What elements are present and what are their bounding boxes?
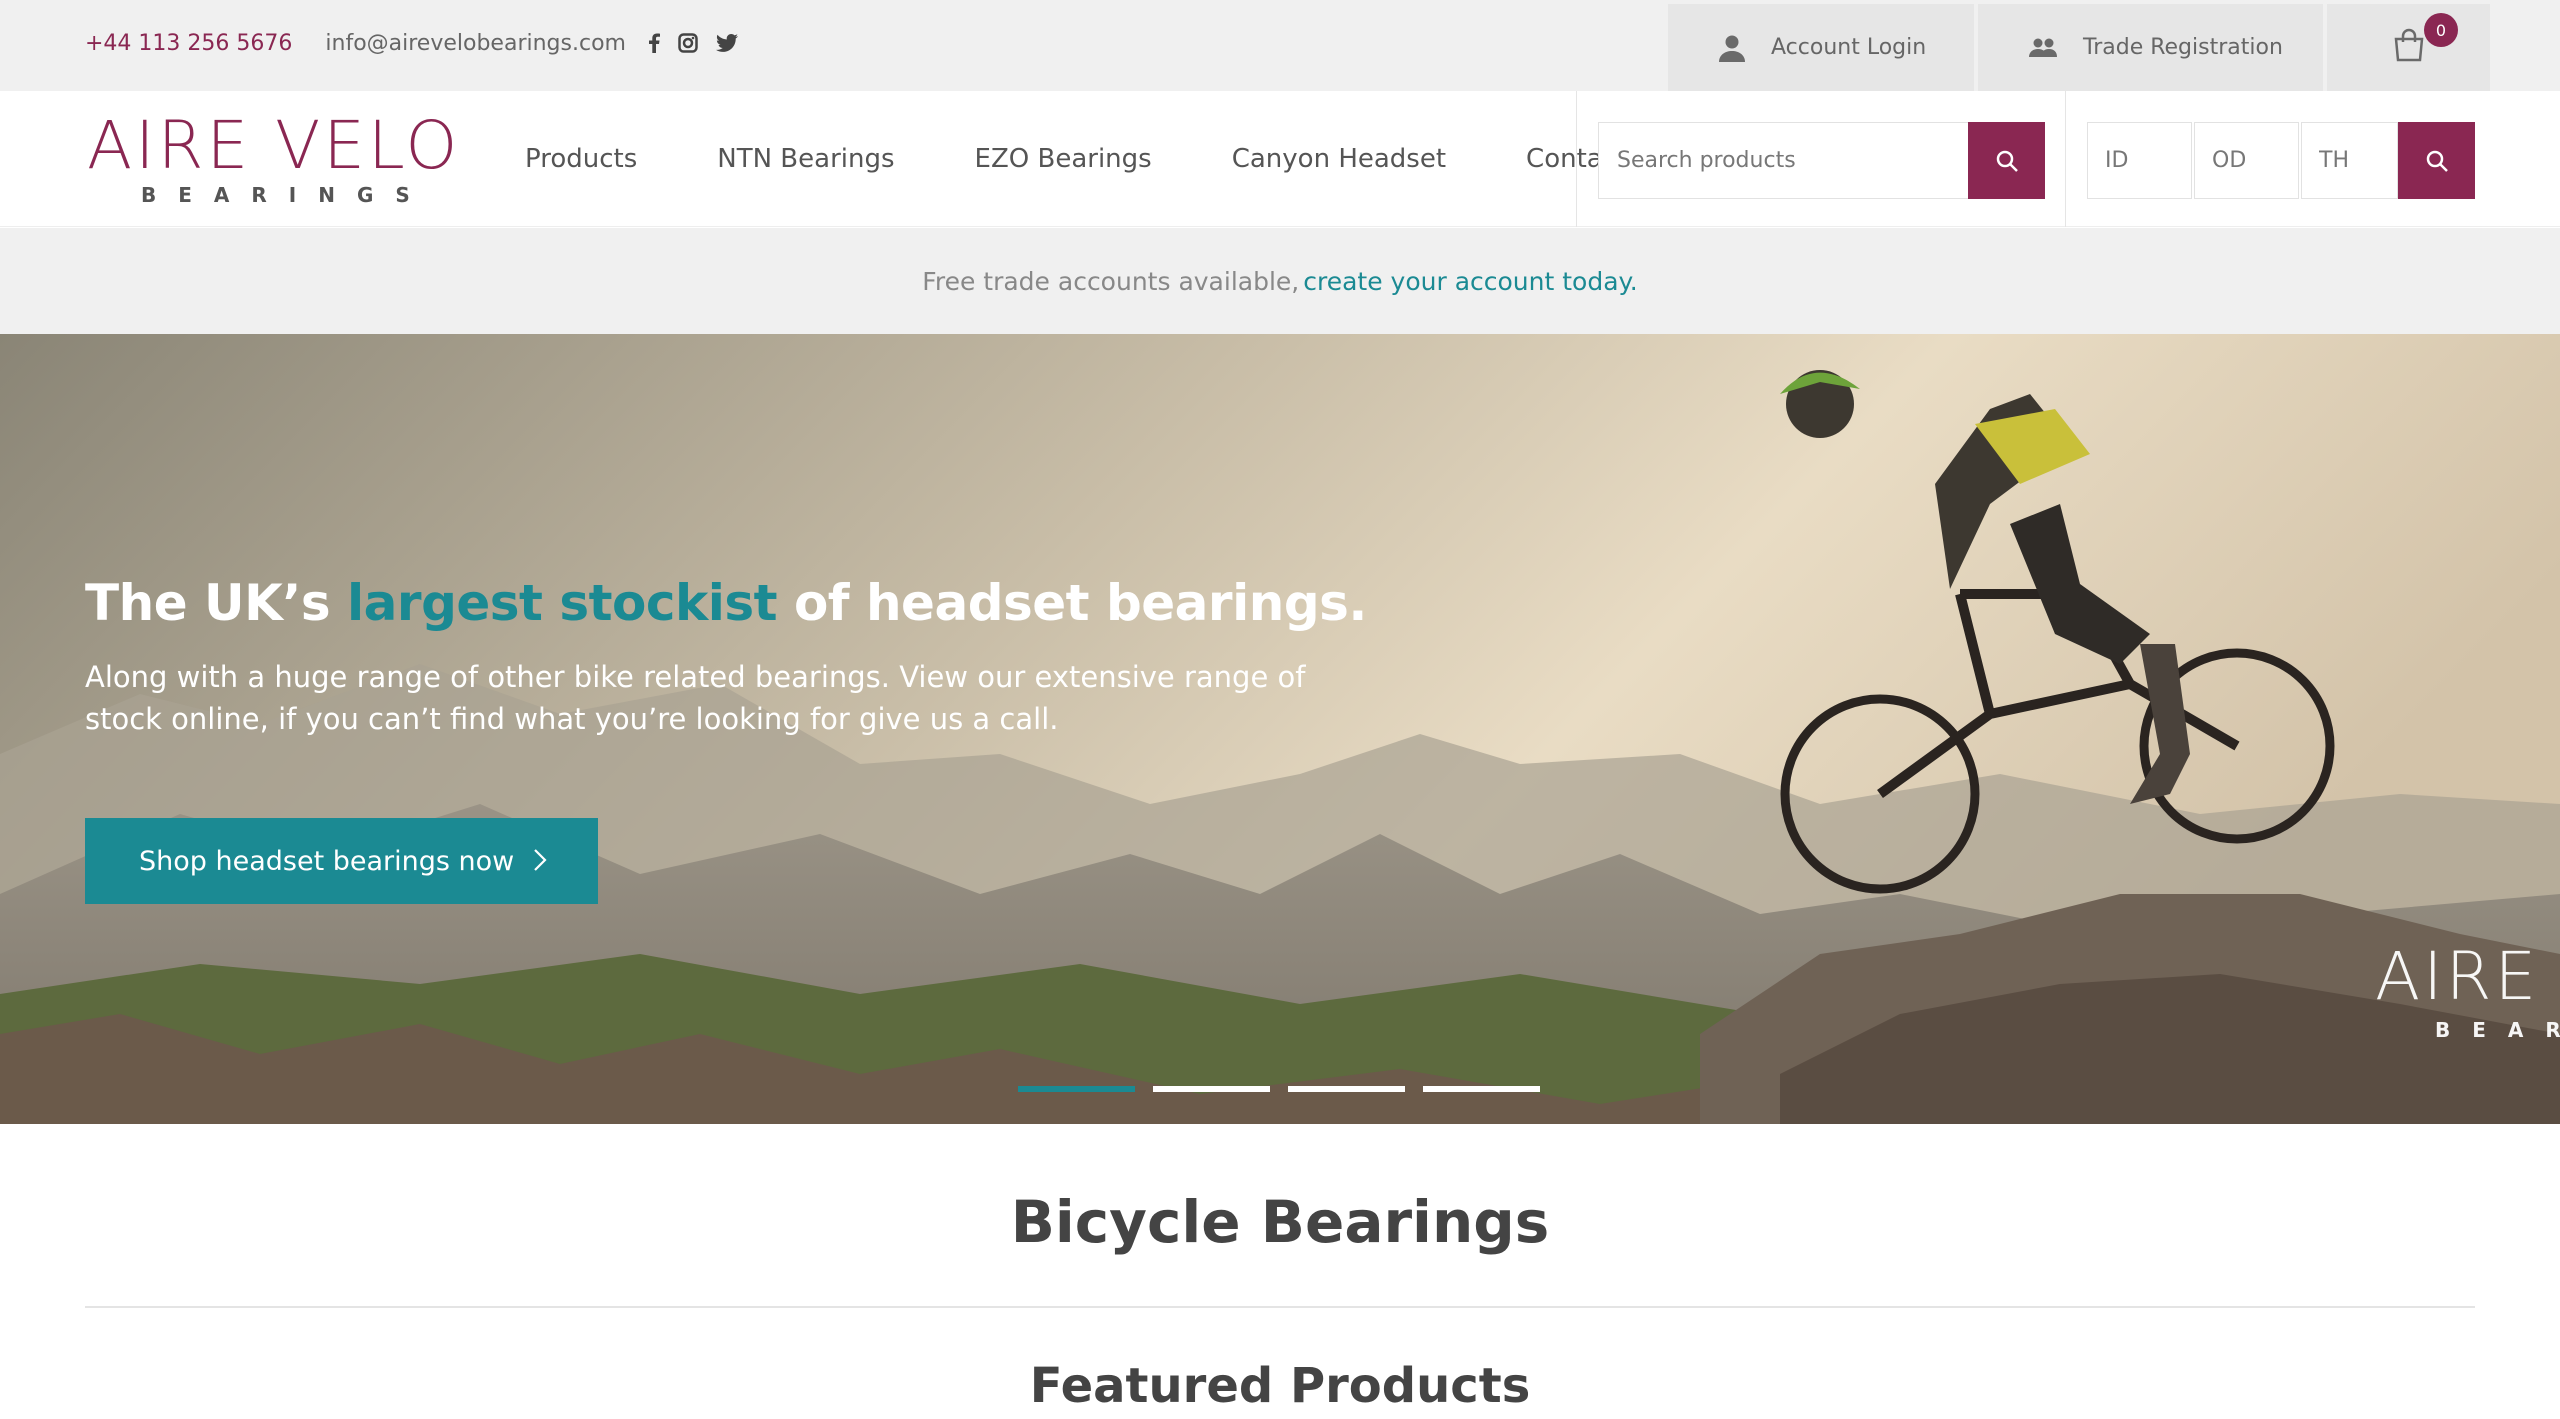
section-divider <box>85 1306 2475 1308</box>
social-links <box>648 33 738 53</box>
logo-subtitle: BEARINGS <box>141 183 432 207</box>
top-bar: +44 113 256 5676 info@airevelobearings.c… <box>0 0 2560 91</box>
account-login-button[interactable]: Account Login <box>1668 4 1974 91</box>
featured-products-heading: Featured Products <box>1029 1358 1531 1414</box>
shop-headset-bearings-button[interactable]: Shop headset bearings now <box>85 818 598 904</box>
slide-dot-2[interactable] <box>1153 1086 1270 1092</box>
watermark-logo-sub: BEAR <box>2435 1018 2560 1042</box>
dimension-search-button[interactable] <box>2398 122 2475 199</box>
chevron-right-icon <box>534 849 547 871</box>
product-search <box>1598 122 2045 199</box>
trade-registration-button[interactable]: Trade Registration <box>1978 4 2323 91</box>
thickness-input[interactable] <box>2301 122 2398 199</box>
section-title: Bicycle Bearings <box>1010 1188 1550 1256</box>
dimension-search <box>2087 122 2475 199</box>
account-login-label: Account Login <box>1771 35 1927 60</box>
main-header: AIRE VELO BEARINGS Products NTN Bearings… <box>0 91 2560 227</box>
hero-body: Along with a huge range of other bike re… <box>85 660 1306 736</box>
nav-ezo-bearings[interactable]: EZO Bearings <box>975 144 1152 174</box>
header-divider <box>1576 91 1577 227</box>
twitter-icon[interactable] <box>715 34 738 52</box>
slider-pagination <box>1018 1086 1540 1092</box>
watermark-logo: AIRE <box>2375 938 2540 1015</box>
contact-info: +44 113 256 5676 info@airevelobearings.c… <box>85 0 738 86</box>
cart-button[interactable] <box>2327 4 2490 91</box>
nav-ntn-bearings[interactable]: NTN Bearings <box>717 144 894 174</box>
logo-wordmark: AIRE VELO <box>87 107 461 184</box>
search-icon <box>1996 150 2018 172</box>
search-button[interactable] <box>1968 122 2045 199</box>
inner-diameter-input[interactable] <box>2087 122 2192 199</box>
slide-dot-4[interactable] <box>1423 1086 1540 1092</box>
search-icon <box>2426 150 2448 172</box>
header-divider <box>2065 91 2066 227</box>
cta-label: Shop headset bearings now <box>139 845 515 877</box>
hero-slider: The UK’s largest stockist of headset bea… <box>0 334 2560 1124</box>
trade-banner-text: Free trade accounts available, <box>922 266 1300 296</box>
facebook-icon[interactable] <box>648 33 660 53</box>
shopping-bag-icon <box>2393 28 2425 68</box>
outer-diameter-input[interactable] <box>2194 122 2299 199</box>
main-nav: Products NTN Bearings EZO Bearings Canyo… <box>525 91 1707 227</box>
instagram-icon[interactable] <box>678 33 698 53</box>
cart-count-badge: 0 <box>2424 13 2458 47</box>
create-account-link[interactable]: create your account today. <box>1303 267 1637 296</box>
hero-title: The UK’s largest stockist of headset bea… <box>85 574 1367 632</box>
user-icon <box>1718 34 1746 62</box>
slide-dot-1[interactable] <box>1018 1086 1135 1092</box>
phone-link[interactable]: +44 113 256 5676 <box>85 31 292 56</box>
slide-dot-3[interactable] <box>1288 1086 1405 1092</box>
search-input[interactable] <box>1599 123 1968 198</box>
site-logo[interactable]: AIRE VELO BEARINGS <box>87 107 461 208</box>
nav-products[interactable]: Products <box>525 144 637 174</box>
nav-canyon-headset[interactable]: Canyon Headset <box>1232 144 1446 174</box>
trade-banner: Free trade accounts available, create yo… <box>0 228 2560 334</box>
users-group-icon <box>2028 37 2058 59</box>
email-link[interactable]: info@airevelobearings.com <box>325 31 626 56</box>
hero-title-highlight: largest stockist <box>347 574 778 632</box>
trade-registration-label: Trade Registration <box>2083 35 2283 60</box>
